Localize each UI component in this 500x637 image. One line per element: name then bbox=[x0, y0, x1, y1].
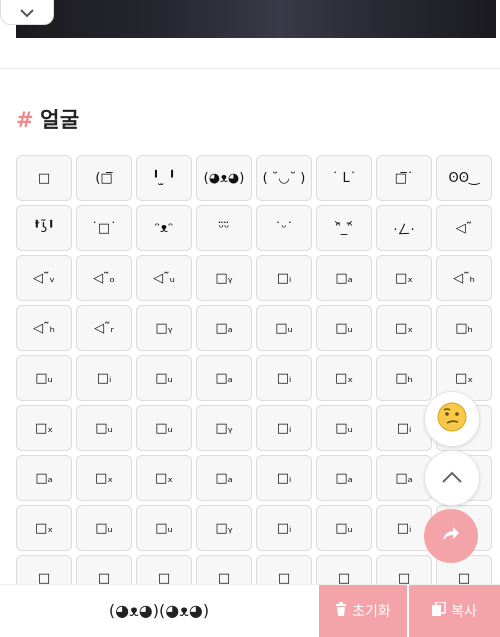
face-cell[interactable]: □ᵤ bbox=[256, 305, 312, 351]
face-cell[interactable]: ◁˜ᵣ bbox=[76, 305, 132, 351]
face-cell[interactable]: □ᵤ bbox=[136, 505, 192, 551]
copy-label: 복사 bbox=[451, 604, 477, 620]
face-cell[interactable]: □ᵤ bbox=[316, 305, 372, 351]
selection-preview: (◕ᴥ◕)(◕ᴥ◕) bbox=[108, 601, 210, 620]
face-cell[interactable]: □ₓ bbox=[376, 255, 432, 301]
face-cell[interactable]: □ₓ bbox=[316, 355, 372, 401]
face-cell[interactable]: □̅˙ bbox=[376, 155, 432, 201]
face-cell[interactable]: □ₐ bbox=[196, 355, 252, 401]
section-divider bbox=[0, 68, 500, 69]
face-cell[interactable]: □ₓ bbox=[136, 455, 192, 501]
face-cell[interactable]: ˙ᵕ˙ bbox=[256, 205, 312, 251]
reset-label: 초기화 bbox=[352, 604, 391, 620]
face-cell[interactable]: □ₐ bbox=[316, 255, 372, 301]
face-cell[interactable]: (◕ᴥ◕) bbox=[196, 155, 252, 201]
face-cell[interactable]: □ᵢ bbox=[376, 405, 432, 451]
face-cell[interactable]: □ₐ bbox=[196, 455, 252, 501]
face-cell[interactable]: □ₓ bbox=[16, 405, 72, 451]
face-cell[interactable]: □ₓ bbox=[76, 455, 132, 501]
face-cell[interactable]: □ᵧ bbox=[196, 405, 252, 451]
face-cell[interactable]: □ᵢ bbox=[256, 505, 312, 551]
collapse-toggle[interactable] bbox=[0, 0, 54, 25]
share-arrow-icon bbox=[442, 526, 460, 546]
face-cell[interactable]: □ₓ bbox=[376, 305, 432, 351]
face-cell[interactable]: ʘʘ‿ bbox=[436, 155, 492, 201]
face-cell[interactable]: ᵔ᷅_ᵔ᷄ bbox=[316, 205, 372, 251]
bottom-bar: (◕ᴥ◕)(◕ᴥ◕) 초기화 복사 bbox=[0, 584, 500, 637]
face-cell[interactable]: □ᵧ bbox=[196, 255, 252, 301]
face-cell[interactable]: ( ˘◡˘ ) bbox=[256, 155, 312, 201]
copy-icon bbox=[432, 601, 446, 620]
confused-face-icon bbox=[436, 401, 468, 437]
face-cell[interactable]: ˙ L˙ bbox=[316, 155, 372, 201]
face-cell[interactable]: ˙□˙ bbox=[76, 205, 132, 251]
face-cell[interactable]: □ᵧ bbox=[136, 305, 192, 351]
face-cell[interactable]: ·ㄥ· bbox=[376, 205, 432, 251]
face-cell[interactable]: □ₐ bbox=[196, 305, 252, 351]
face-cell[interactable]: ᵔᴥᵔ bbox=[136, 205, 192, 251]
face-cell[interactable]: □ₕ bbox=[376, 355, 432, 401]
face-cell[interactable]: ◁˜ₕ bbox=[436, 255, 492, 301]
emoji-button[interactable] bbox=[424, 391, 480, 447]
face-cell[interactable]: □ᵢ bbox=[256, 455, 312, 501]
scroll-top-button[interactable] bbox=[424, 450, 480, 506]
face-cell[interactable]: □ₐ bbox=[16, 455, 72, 501]
face-cell[interactable]: □ᵢ bbox=[256, 355, 312, 401]
hash-mark: # bbox=[16, 108, 35, 132]
chevron-down-icon bbox=[19, 3, 35, 22]
face-cell[interactable]: □ᵢ bbox=[256, 405, 312, 451]
face-cell[interactable]: ◁˜ₒ bbox=[76, 255, 132, 301]
face-cell[interactable]: □ᵤ bbox=[136, 355, 192, 401]
face-cell[interactable]: □ₐ bbox=[316, 455, 372, 501]
face-cell[interactable]: ╹̃ʖ̃╹ bbox=[16, 205, 72, 251]
face-cell[interactable]: □ᵤ bbox=[316, 405, 372, 451]
face-cell[interactable]: □ᵢ bbox=[376, 505, 432, 551]
face-cell[interactable]: ◁˜ bbox=[436, 205, 492, 251]
section-title: # 얼굴 bbox=[16, 104, 80, 134]
face-cell[interactable]: ◁˜ₕ bbox=[16, 305, 72, 351]
face-cell[interactable]: ᵕ̈ᵕ̈ bbox=[196, 205, 252, 251]
face-cell[interactable]: □ bbox=[16, 155, 72, 201]
face-cell[interactable]: □ᵢ bbox=[76, 355, 132, 401]
face-cell[interactable]: ◁˜ᵥ bbox=[16, 255, 72, 301]
section-title-text: 얼굴 bbox=[40, 108, 80, 132]
trash-icon bbox=[335, 602, 347, 620]
face-cell[interactable]: □ᵤ bbox=[316, 505, 372, 551]
face-cell[interactable]: ╹ ̫ ╹ bbox=[136, 155, 192, 201]
chevron-up-icon bbox=[441, 469, 463, 488]
face-cell[interactable]: (□̅ bbox=[76, 155, 132, 201]
face-cell[interactable]: □ₓ bbox=[16, 505, 72, 551]
share-button[interactable] bbox=[424, 509, 478, 563]
face-cell[interactable]: □ᵤ bbox=[76, 405, 132, 451]
face-cell[interactable]: □ᵢ bbox=[256, 255, 312, 301]
face-cell[interactable]: ◁˜ᵤ bbox=[136, 255, 192, 301]
header-image bbox=[16, 0, 496, 38]
face-cell[interactable]: □ᵤ bbox=[16, 355, 72, 401]
face-grid: □ (□̅ ╹ ̫ ╹ (◕ᴥ◕)( ˘◡˘ ) ˙ L˙ □̅˙ ʘʘ‿ ╹̃ʖ̃╹ ˙□˙ ᵔ… bbox=[16, 155, 492, 601]
reset-button[interactable]: 초기화 bbox=[319, 585, 407, 637]
face-cell[interactable]: □ₕ bbox=[436, 305, 492, 351]
copy-button[interactable]: 복사 bbox=[409, 585, 500, 637]
face-cell[interactable]: □ᵧ bbox=[196, 505, 252, 551]
face-cell[interactable]: □ᵤ bbox=[136, 405, 192, 451]
face-cell[interactable]: □ᵤ bbox=[76, 505, 132, 551]
